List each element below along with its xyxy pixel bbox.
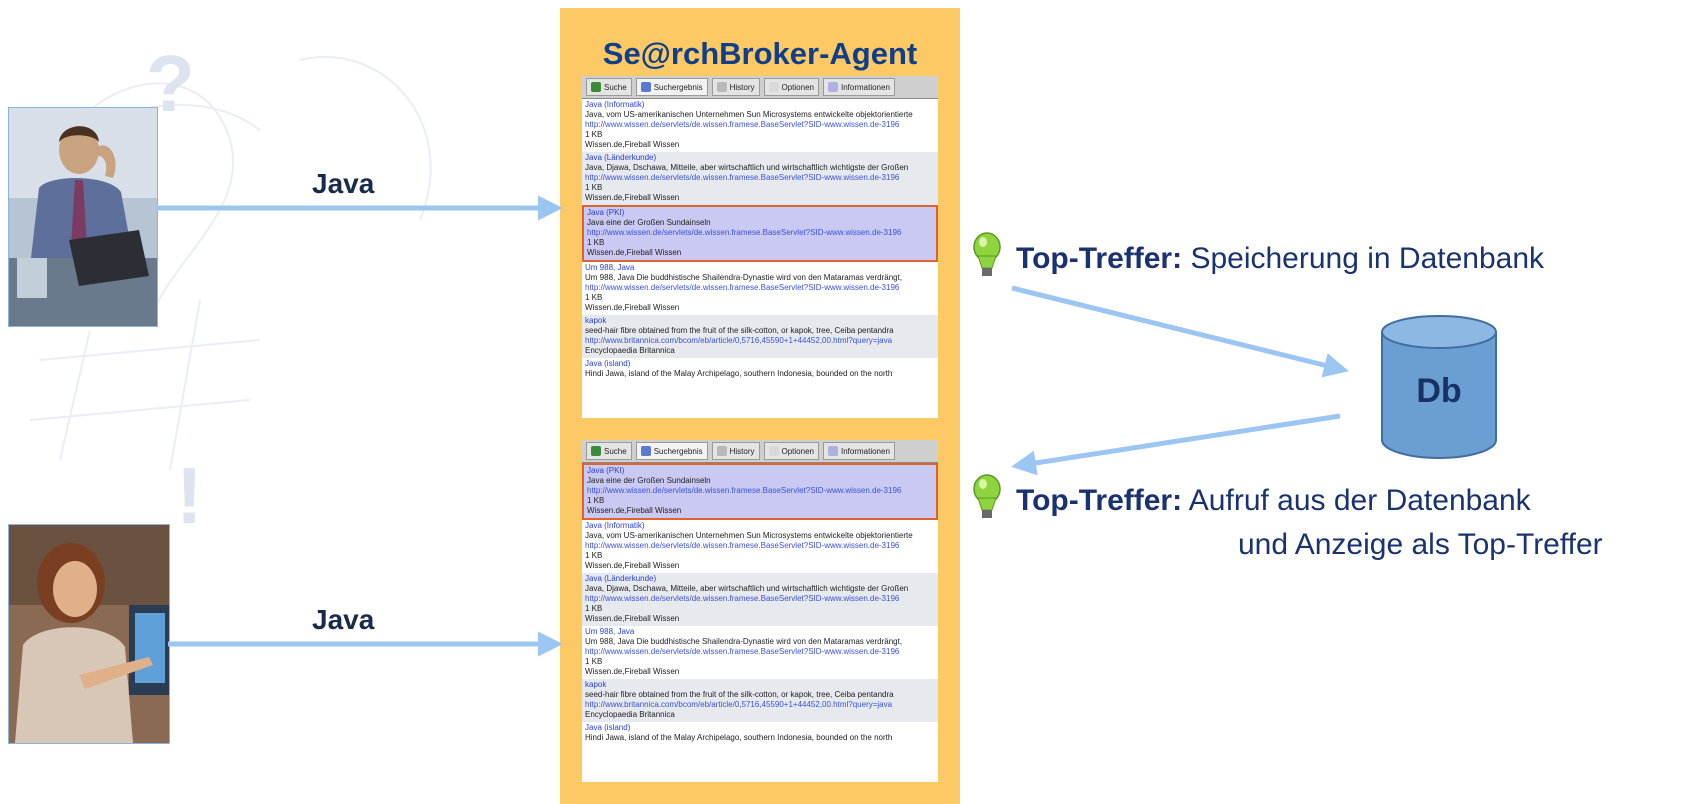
lightbulb-icon <box>973 232 1001 276</box>
top-treffer-description-line1: Aufruf aus der Datenbank <box>1188 484 1531 517</box>
top-treffer-retrieve-text-line2: und Anzeige als Top-Treffer <box>1238 528 1603 561</box>
top-treffer-heading: Top-Treffer: <box>1016 484 1183 517</box>
arrow-db-to-agent <box>1011 413 1341 476</box>
arrow-store-to-db <box>1011 285 1349 378</box>
top-treffer-heading: Top-Treffer: <box>1016 242 1183 275</box>
lightbulb-icon <box>973 474 1001 518</box>
database-label: Db <box>1416 372 1462 410</box>
top-treffer-description: Speicherung in Datenbank <box>1190 242 1545 275</box>
top-treffer-retrieve-text: Top-Treffer: Aufruf aus der Datenbank <box>1016 484 1531 518</box>
top-treffer-store-text: Top-Treffer: Speicherung in Datenbank <box>1016 242 1544 276</box>
